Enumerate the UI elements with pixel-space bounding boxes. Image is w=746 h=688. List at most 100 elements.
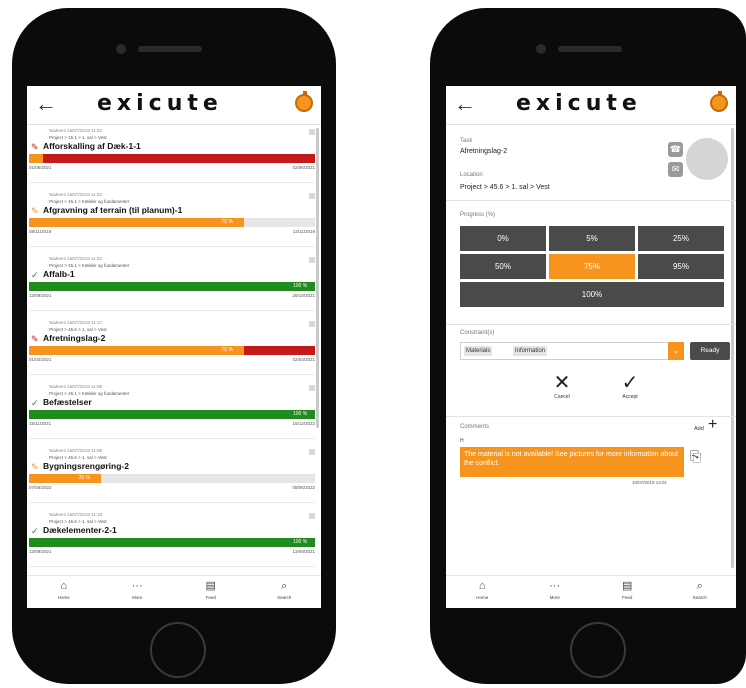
start-date: 15/11/2021 <box>29 421 52 426</box>
chevron-down-icon[interactable]: ⌄ <box>668 342 684 360</box>
plus-icon[interactable]: + <box>708 416 717 434</box>
end-date: 28/10/2021 <box>292 293 315 298</box>
comment-author: H <box>460 438 464 444</box>
home-button[interactable] <box>570 622 626 678</box>
stopwatch-icon[interactable] <box>295 91 313 112</box>
constraint-chip[interactable]: Materials <box>464 346 493 356</box>
search-icon: ⌕ <box>696 580 703 592</box>
progress-fill <box>29 410 315 419</box>
header-divider <box>27 124 321 125</box>
phone-icon[interactable]: ☎ <box>668 142 683 157</box>
speaker-grille <box>558 46 622 52</box>
accept-button[interactable]: ✓ Accept <box>610 372 650 400</box>
nav-item-search[interactable]: ⌕ Search <box>680 580 720 600</box>
progress-option[interactable]: 5% <box>549 226 635 251</box>
nav-label: Search <box>277 595 292 600</box>
task-row[interactable]: Nadeem 15/07/2019 11:17 Project > 45.6 >… <box>29 318 315 375</box>
nav-item-feed[interactable]: ▤ Feed <box>607 580 647 600</box>
nav-item-feed[interactable]: ▤ Feed <box>191 580 231 600</box>
progress-option[interactable]: 75% <box>549 254 635 279</box>
progress-bar: 75 % <box>29 346 315 355</box>
paperclip-icon[interactable]: ⎘ <box>690 448 701 465</box>
more-icon: ··· <box>549 580 561 592</box>
home-button[interactable] <box>150 622 206 678</box>
start-date: 08/11/2019 <box>29 229 52 234</box>
task-name: Bygningsrengøring-2 <box>43 461 129 471</box>
check-icon: ✓ <box>31 398 39 408</box>
nav-item-more[interactable]: ··· More <box>535 580 575 600</box>
nav-item-search[interactable]: ⌕ Search <box>264 580 304 600</box>
end-date: 08/06/2022 <box>292 485 315 490</box>
task-row[interactable]: Nadeem 15/07/2019 11:18 Project > 45.6 >… <box>29 510 315 567</box>
progress-option[interactable]: 50% <box>460 254 546 279</box>
task-name: Befæstelser <box>43 397 92 407</box>
constraint-select[interactable]: Materials Information ⌄ <box>460 342 684 360</box>
progress-percent: 100 % <box>293 411 308 417</box>
end-date: 15/12/2022 <box>292 421 315 426</box>
feed-icon: ▤ <box>205 580 216 592</box>
progress-bar: 100 % <box>29 538 315 547</box>
progress-option[interactable]: 95% <box>638 254 724 279</box>
pencil-icon: ✎ <box>31 142 39 152</box>
progress-percent: 25 % <box>78 475 90 481</box>
task-row[interactable]: Nadeem 15/07/2019 11:52 Project > 15.1 >… <box>29 126 315 183</box>
menu-corner-icon[interactable] <box>309 193 315 199</box>
comment-bubble: The material is not available! See pictu… <box>460 447 684 477</box>
cancel-label: Cancel <box>554 394 570 400</box>
pencil-icon: ✎ <box>31 462 39 472</box>
menu-corner-icon[interactable] <box>309 385 315 391</box>
task-row[interactable]: Nadeem 15/07/2019 11:52 Project > 45.1 >… <box>29 190 315 247</box>
task-meta-location: Project > 15.1 > 1. sal > Vest <box>49 135 107 140</box>
pencil-icon: ✎ <box>31 206 39 216</box>
back-arrow-icon[interactable]: ← <box>35 92 57 116</box>
back-arrow-icon[interactable]: ← <box>454 92 476 116</box>
task-meta-location: Project > 45.6 > 1. sal > Vest <box>49 327 107 332</box>
progress-percent: 100 % <box>293 539 308 545</box>
task-meta-author: Nadeem 15/07/2019 11:18 <box>49 512 102 517</box>
progress-option[interactable]: 100% <box>460 282 724 307</box>
progress-fill <box>29 154 44 163</box>
progress-label: Progress (%) <box>460 212 496 218</box>
ready-button[interactable]: Ready <box>690 342 730 360</box>
menu-corner-icon[interactable] <box>309 449 315 455</box>
mail-icon[interactable]: ✉ <box>668 162 683 177</box>
nav-item-home[interactable]: ⌂ Home <box>462 580 502 600</box>
cancel-button[interactable]: ✕ Cancel <box>542 372 582 400</box>
task-row[interactable]: Nadeem 15/07/2019 11:08 Project > 45.1 >… <box>29 382 315 439</box>
nav-label: Feed <box>622 595 633 600</box>
bottom-nav: ⌂ Home ··· More ▤ Feed ⌕ Search <box>446 575 736 608</box>
phone-right: ← exicute Task Afretningslag-2 Location … <box>430 8 746 684</box>
section-divider <box>446 416 736 417</box>
feed-icon: ▤ <box>622 580 633 592</box>
phone-left: ← exicute Nadeem 15/07/2019 11:52 Projec… <box>12 8 336 684</box>
avatar[interactable] <box>686 138 728 180</box>
menu-corner-icon[interactable] <box>309 513 315 519</box>
task-row[interactable]: Nadeem 15/07/2019 11:52 Project > 45.1 >… <box>29 254 315 311</box>
task-row[interactable]: Nadeem 15/07/2019 11:08 Project > 45.6 >… <box>29 446 315 503</box>
constraint-chip[interactable]: Information <box>513 346 548 356</box>
progress-fill <box>29 218 244 227</box>
home-icon: ⌂ <box>478 580 486 592</box>
nav-item-more[interactable]: ··· More <box>117 580 157 600</box>
app-header: ← exicute <box>446 86 736 122</box>
task-meta-location: Project > 45.1 > Kælder og fundamenter <box>49 391 130 396</box>
accept-label: Accept <box>622 394 638 400</box>
menu-corner-icon[interactable] <box>309 257 315 263</box>
nav-item-home[interactable]: ⌂ Home <box>44 580 84 600</box>
progress-option[interactable]: 25% <box>638 226 724 251</box>
task-meta-location: Project > 45.1 > Kælder og fundamenter <box>49 263 130 268</box>
pencil-icon: ✎ <box>31 334 39 344</box>
add-comment-label[interactable]: Add <box>694 426 704 432</box>
comment-time: 10/07/2019 14:01 <box>632 480 668 485</box>
menu-corner-icon[interactable] <box>309 321 315 327</box>
nav-label: More <box>132 595 143 600</box>
section-divider <box>446 324 736 325</box>
menu-corner-icon[interactable] <box>309 129 315 135</box>
start-date: 12/09/2021 <box>29 549 52 554</box>
stopwatch-icon[interactable] <box>710 91 728 112</box>
location-label: Location <box>460 172 483 178</box>
scrollbar[interactable] <box>731 128 734 568</box>
app-header: ← exicute <box>27 86 321 122</box>
progress-option[interactable]: 0% <box>460 226 546 251</box>
front-camera <box>116 44 126 54</box>
